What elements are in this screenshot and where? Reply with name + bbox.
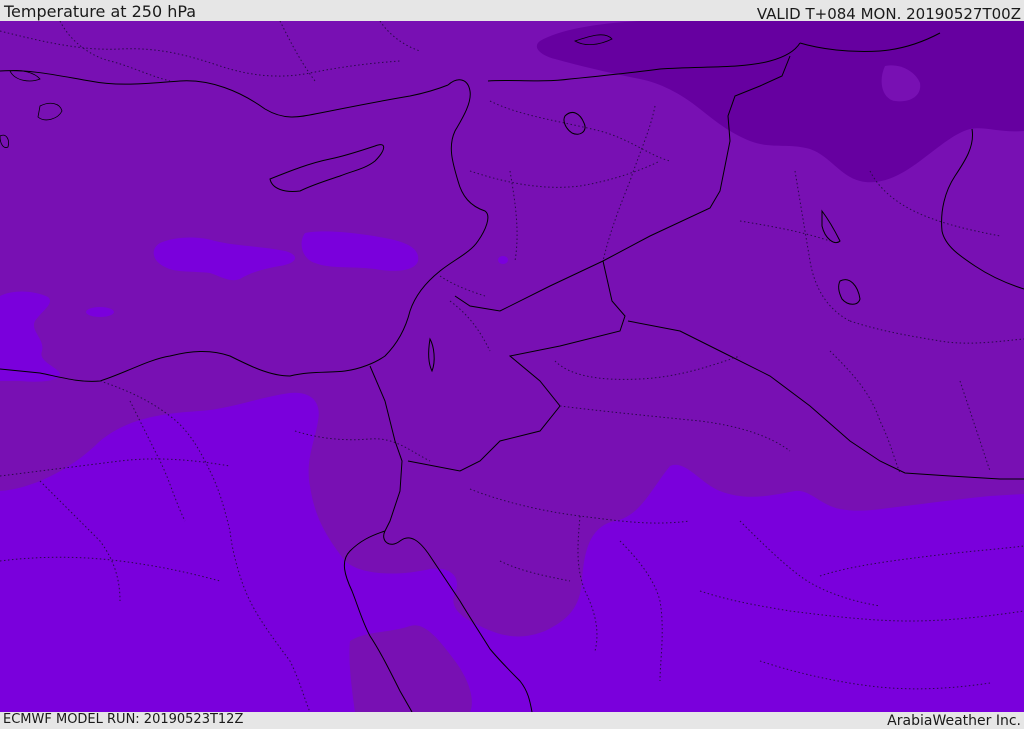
- map-title: Temperature at 250 hPa: [4, 2, 197, 21]
- brand-label: ArabiaWeather Inc.: [887, 713, 1021, 729]
- temperature-blob-warm-3: [86, 307, 114, 317]
- model-run-label: ECMWF MODEL RUN: 20190523T12Z: [3, 712, 244, 727]
- map-svg: [0, 21, 1024, 712]
- footer-bar: ECMWF MODEL RUN: 20190523T12Z ArabiaWeat…: [0, 712, 1024, 729]
- map-canvas[interactable]: [0, 21, 1024, 712]
- header-bar: Temperature at 250 hPa VALID T+084 MON. …: [0, 0, 1024, 23]
- temperature-blob-warm-4: [498, 256, 508, 264]
- forecast-map-frame: Temperature at 250 hPa VALID T+084 MON. …: [0, 0, 1024, 729]
